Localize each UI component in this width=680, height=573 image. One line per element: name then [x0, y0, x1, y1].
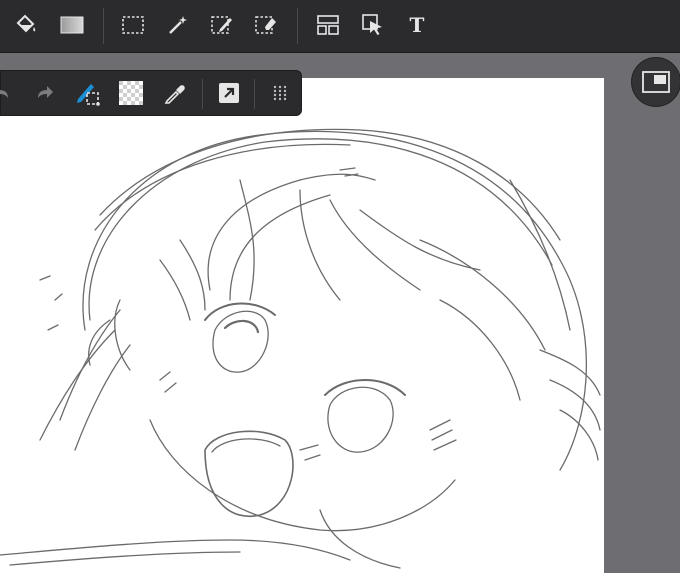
more-icon[interactable] [264, 77, 296, 109]
drawing-canvas[interactable] [0, 78, 604, 573]
transform-icon[interactable] [71, 77, 103, 109]
sketch-drawing [0, 128, 601, 569]
toolbar-separator [103, 8, 104, 44]
rect-select-icon[interactable] [116, 8, 150, 42]
top-toolbar: T [0, 0, 680, 53]
select-eraser-icon[interactable] [249, 8, 283, 42]
sub-toolbar [0, 70, 302, 116]
navigator-icon [642, 71, 670, 93]
text-tool-glyph: T [409, 13, 425, 37]
text-tool-icon[interactable]: T [400, 8, 434, 42]
toolbar-separator [202, 79, 203, 109]
select-pen-icon[interactable] [205, 8, 239, 42]
move-select-icon[interactable] [356, 8, 390, 42]
undo-icon[interactable] [0, 77, 19, 109]
share-icon[interactable] [213, 77, 245, 109]
frame-divider-icon[interactable] [311, 8, 345, 42]
toolbar-separator [297, 8, 298, 44]
eyedropper-icon[interactable] [159, 77, 191, 109]
gradient-icon[interactable] [55, 8, 89, 42]
magic-wand-icon[interactable] [161, 8, 195, 42]
redo-icon[interactable] [27, 77, 59, 109]
toolbar-separator [254, 79, 255, 109]
transparency-icon[interactable] [115, 77, 147, 109]
navigator-button[interactable] [631, 57, 680, 107]
fill-bucket-icon[interactable] [9, 8, 43, 42]
